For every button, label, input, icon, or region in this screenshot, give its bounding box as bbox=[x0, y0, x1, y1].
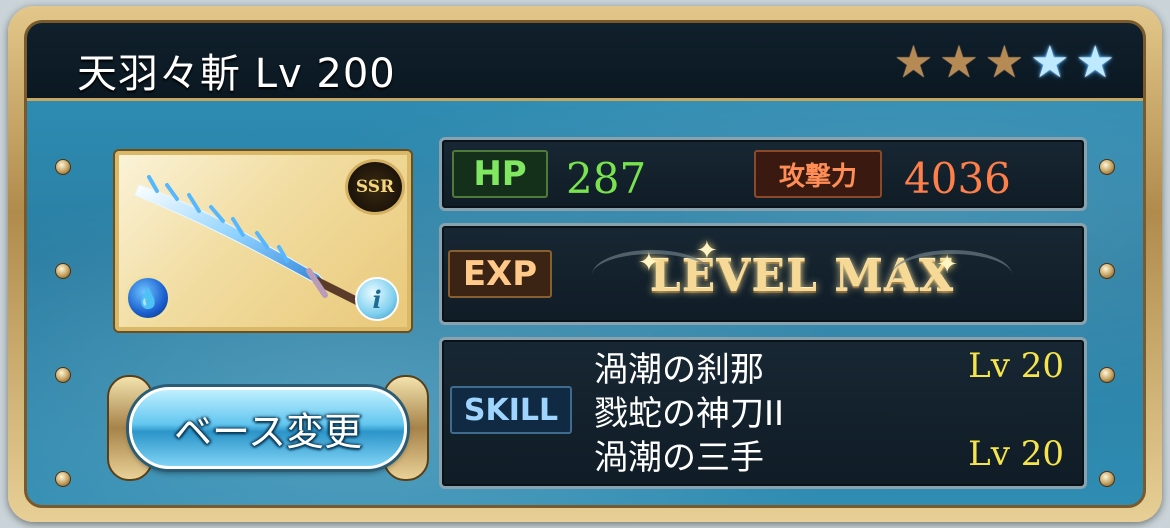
exp-label: EXP bbox=[448, 250, 552, 298]
rivet-icon bbox=[55, 367, 71, 383]
skill-panel: SKILL 渦潮の刹那 Lv 20 戮蛇の神刀II 渦潮の三手 Lv 20 bbox=[439, 337, 1087, 489]
weapon-thumbnail[interactable]: SSR 💧 i bbox=[115, 151, 411, 331]
water-element-icon: 💧 bbox=[125, 275, 171, 321]
hp-value: 287 bbox=[566, 154, 647, 203]
attack-label: 攻撃力 bbox=[754, 150, 882, 198]
skill-row[interactable]: 戮蛇の神刀II bbox=[594, 388, 1074, 434]
rivet-icon bbox=[55, 471, 71, 487]
stats-panel: HP 287 攻撃力 4036 bbox=[439, 137, 1087, 211]
star-gold-icon: ★ bbox=[984, 37, 1025, 88]
title-bar: 天羽々斬 Lv 200 ★ ★ ★ ★ ★ bbox=[27, 23, 1143, 101]
base-change-button[interactable]: ベース変更 bbox=[107, 373, 429, 483]
attack-value: 4036 bbox=[904, 154, 1011, 203]
rarity-badge: SSR bbox=[345, 159, 405, 215]
sparkle-icon: ✦ bbox=[696, 236, 718, 266]
skill-row[interactable]: 渦潮の刹那 Lv 20 bbox=[594, 344, 1074, 390]
star-gold-icon: ★ bbox=[893, 37, 934, 88]
skill-name: 渦潮の刹那 bbox=[594, 349, 764, 390]
sparkle-icon: ✦ bbox=[936, 250, 958, 280]
skill-name: 戮蛇の神刀II bbox=[594, 393, 785, 434]
skill-label: SKILL bbox=[450, 386, 572, 434]
rivet-icon bbox=[1099, 367, 1115, 383]
skill-level: Lv 20 bbox=[968, 434, 1064, 474]
hp-label: HP bbox=[452, 150, 548, 198]
rivet-icon bbox=[1099, 263, 1115, 279]
sparkle-icon: ✦ bbox=[638, 248, 660, 278]
base-change-label: ベース変更 bbox=[173, 410, 363, 454]
weapon-detail-panel: 天羽々斬 Lv 200 ★ ★ ★ ★ ★ SSR 💧 i ベース変更 HP 2… bbox=[24, 20, 1146, 508]
skill-level: Lv 20 bbox=[968, 346, 1064, 386]
star-blue-icon: ★ bbox=[1075, 37, 1115, 88]
skill-row[interactable]: 渦潮の三手 Lv 20 bbox=[594, 432, 1074, 478]
rivet-icon bbox=[1099, 471, 1115, 487]
weapon-detail-frame: 天羽々斬 Lv 200 ★ ★ ★ ★ ★ SSR 💧 i ベース変更 HP 2… bbox=[8, 6, 1162, 522]
uncap-stars: ★ ★ ★ ★ ★ bbox=[893, 37, 1115, 88]
skill-list: 渦潮の刹那 Lv 20 戮蛇の神刀II 渦潮の三手 Lv 20 bbox=[594, 344, 1074, 478]
weapon-title: 天羽々斬 Lv 200 bbox=[77, 51, 396, 97]
skill-name: 渦潮の三手 bbox=[594, 437, 764, 478]
star-gold-icon: ★ bbox=[939, 37, 979, 88]
star-blue-icon: ★ bbox=[1030, 37, 1070, 88]
exp-panel: EXP ✦ ✦ ✦ LEVEL MAX bbox=[439, 223, 1087, 325]
rivet-icon bbox=[55, 263, 71, 279]
rivet-icon bbox=[1099, 159, 1115, 175]
rivet-icon bbox=[55, 159, 71, 175]
info-icon[interactable]: i bbox=[355, 277, 399, 321]
level-max-banner: ✦ ✦ ✦ LEVEL MAX bbox=[592, 236, 1012, 312]
